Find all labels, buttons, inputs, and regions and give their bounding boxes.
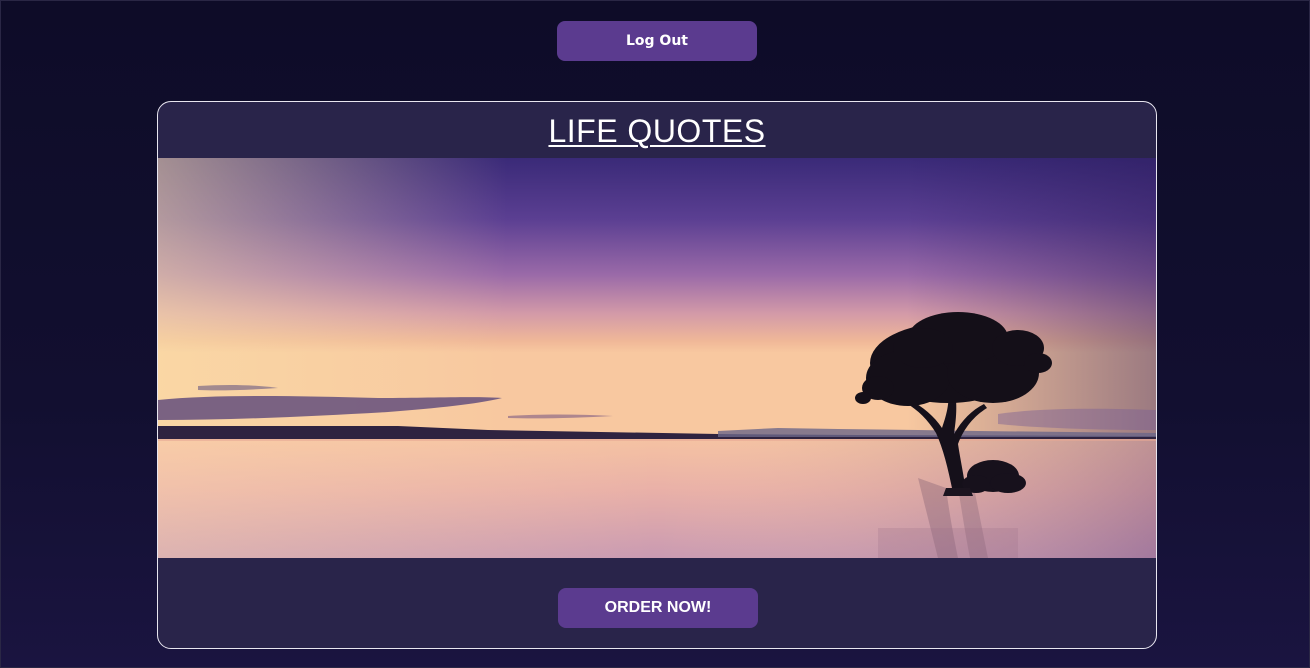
sunset-lake-image [158,158,1156,558]
card-footer: ORDER NOW! [158,558,1156,648]
logout-button[interactable]: Log Out [557,21,757,61]
order-now-button[interactable]: ORDER NOW! [558,588,758,628]
quote-card: LIFE QUOTES ORDER NOW! [157,101,1157,649]
card-title[interactable]: LIFE QUOTES [548,113,765,150]
card-header: LIFE QUOTES [158,102,1156,158]
